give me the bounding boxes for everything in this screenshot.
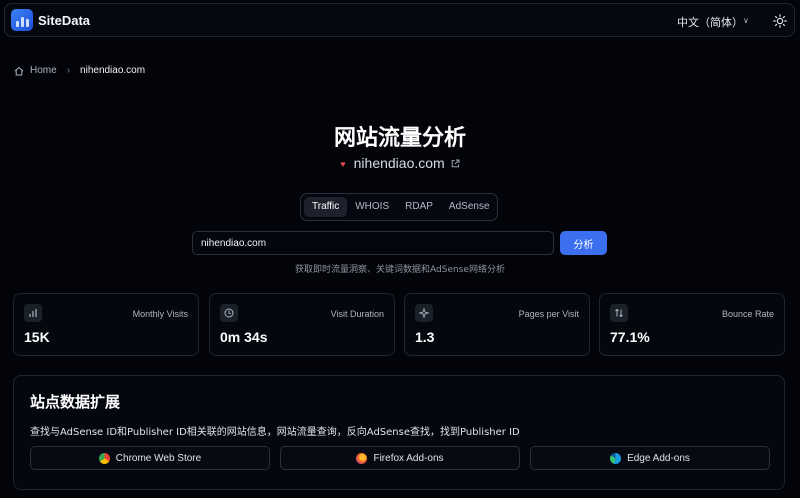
breadcrumb-current: nihendiao.com — [80, 65, 146, 76]
tab-adsense[interactable]: AdSense — [441, 197, 498, 217]
stat-value: 77.1% — [610, 329, 650, 345]
edge-icon — [610, 452, 622, 464]
store-label: Firefox Add-ons — [373, 452, 444, 464]
stat-label: Monthly Visits — [132, 309, 188, 319]
firefox-icon — [356, 452, 368, 464]
language-selector[interactable]: 中文（简体） — [677, 14, 743, 30]
tab-whois[interactable]: WHOIS — [347, 197, 397, 217]
chevron-down-icon[interactable]: ∨ — [743, 16, 749, 25]
store-label: Chrome Web Store — [115, 452, 202, 464]
site-domain-line: ♥ nihendiao.com — [0, 155, 800, 171]
breadcrumb-home-link[interactable]: Home — [30, 65, 57, 76]
extensions-title: 站点数据扩展 — [30, 393, 121, 411]
page-title: 网站流量分析 — [333, 126, 466, 151]
stat-card-visit-duration: Visit Duration 0m 34s — [209, 293, 395, 356]
clock-icon — [220, 304, 238, 322]
stat-value: 15K — [24, 329, 50, 345]
stat-card-pages-per-visit: Pages per Visit 1.3 — [404, 293, 590, 356]
stat-label: Pages per Visit — [518, 309, 579, 319]
analyze-button[interactable]: 分析 — [560, 231, 607, 255]
home-icon[interactable] — [14, 66, 24, 76]
firefox-addons-button[interactable]: Firefox Add-ons — [280, 446, 520, 470]
external-link-icon[interactable] — [451, 159, 460, 168]
brand-name[interactable]: SiteData — [38, 13, 90, 28]
extensions-card: 站点数据扩展 查找与AdSense ID和Publisher ID相关联的网站信… — [13, 375, 785, 490]
analysis-tabs: Traffic WHOIS RDAP AdSense — [300, 193, 498, 221]
top-header: SiteData 中文（简体） ∨ — [4, 3, 795, 37]
chrome-icon — [98, 452, 110, 464]
chrome-store-button[interactable]: Chrome Web Store — [30, 446, 270, 470]
sun-icon[interactable] — [773, 14, 787, 28]
sparkle-icon — [415, 304, 433, 322]
domain-search-input[interactable] — [192, 231, 554, 255]
extensions-description: 查找与AdSense ID和Publisher ID相关联的网站信息，网站流量查… — [30, 427, 520, 438]
site-logo-icon[interactable] — [11, 9, 33, 31]
stat-value: 0m 34s — [220, 329, 268, 345]
site-favicon-icon: ♥ — [340, 159, 346, 169]
stat-value: 1.3 — [415, 329, 435, 345]
breadcrumb: Home › nihendiao.com — [14, 65, 145, 76]
stat-label: Visit Duration — [330, 309, 384, 319]
stat-card-monthly-visits: Monthly Visits 15K — [13, 293, 199, 356]
edge-addons-button[interactable]: Edge Add-ons — [530, 446, 770, 470]
tab-traffic[interactable]: Traffic — [304, 197, 348, 217]
stat-card-bounce-rate: Bounce Rate 77.1% — [599, 293, 785, 356]
store-label: Edge Add-ons — [627, 452, 690, 464]
bar-chart-icon — [24, 304, 42, 322]
chevron-right-icon: › — [66, 65, 71, 76]
tab-rdap[interactable]: RDAP — [397, 197, 441, 217]
search-hint: 获取即时流量洞察、关键词数据和AdSense网络分析 — [295, 265, 505, 275]
site-domain: nihendiao.com — [353, 155, 445, 171]
stat-label: Bounce Rate — [721, 309, 774, 319]
arrows-updown-icon — [610, 304, 628, 322]
